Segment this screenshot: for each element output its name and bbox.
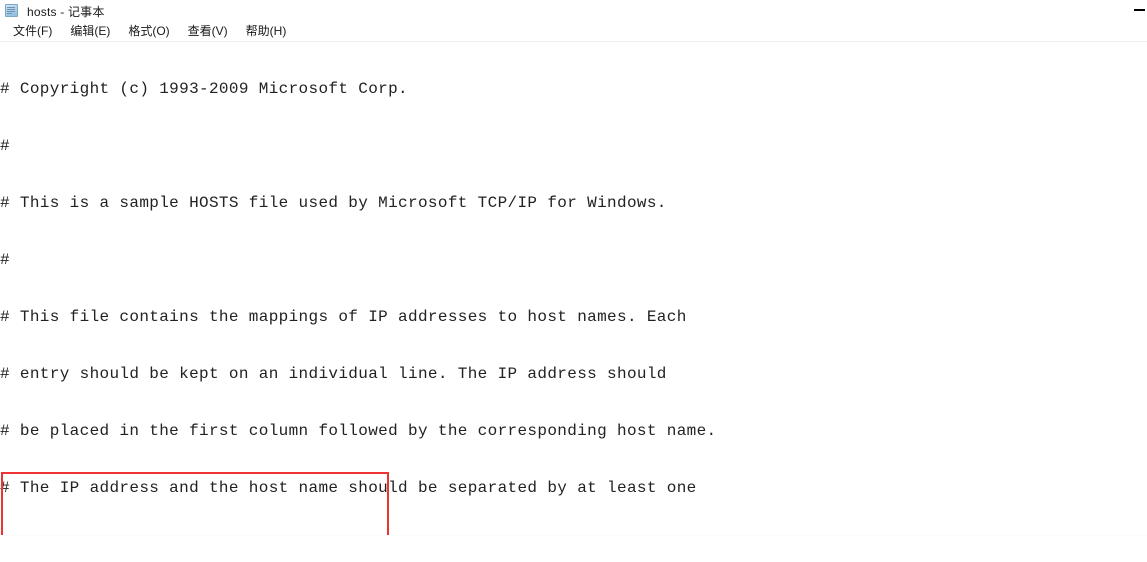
menu-item-format[interactable]: 格式(O) (119, 22, 178, 41)
editor-line: # Copyright (c) 1993-2009 Microsoft Corp… (0, 80, 409, 98)
menu-item-help[interactable]: 帮助(H) (237, 22, 296, 41)
notepad-icon (4, 3, 20, 19)
editor-line: # (0, 137, 10, 155)
minimize-button[interactable] (1133, 0, 1147, 22)
text-editor-area[interactable]: # Copyright (c) 1993-2009 Microsoft Corp… (0, 42, 1147, 535)
window-title: hosts - 记事本 (27, 4, 105, 19)
editor-line: # This is a sample HOSTS file used by Mi… (0, 194, 667, 212)
editor-line: # entry should be kept on an individual … (0, 365, 667, 383)
hosts-file-content[interactable]: # Copyright (c) 1993-2009 Microsoft Corp… (0, 42, 717, 535)
menu-item-file[interactable]: 文件(F) (4, 22, 61, 41)
notepad-window: hosts - 记事本 文件(F) 编辑(E) 格式(O) 查看(V) 帮助(H… (0, 0, 1147, 562)
window-controls (1133, 0, 1147, 22)
title-bar: hosts - 记事本 (0, 0, 1147, 22)
status-bar (0, 535, 1147, 562)
menu-item-view[interactable]: 查看(V) (179, 22, 237, 41)
menu-item-edit[interactable]: 编辑(E) (61, 22, 119, 41)
editor-line: # (0, 251, 10, 269)
editor-line: # The IP address and the host name shoul… (0, 479, 697, 497)
menu-bar: 文件(F) 编辑(E) 格式(O) 查看(V) 帮助(H) (0, 22, 1147, 41)
editor-line: # This file contains the mappings of IP … (0, 308, 687, 326)
editor-line: # be placed in the first column followed… (0, 422, 717, 440)
